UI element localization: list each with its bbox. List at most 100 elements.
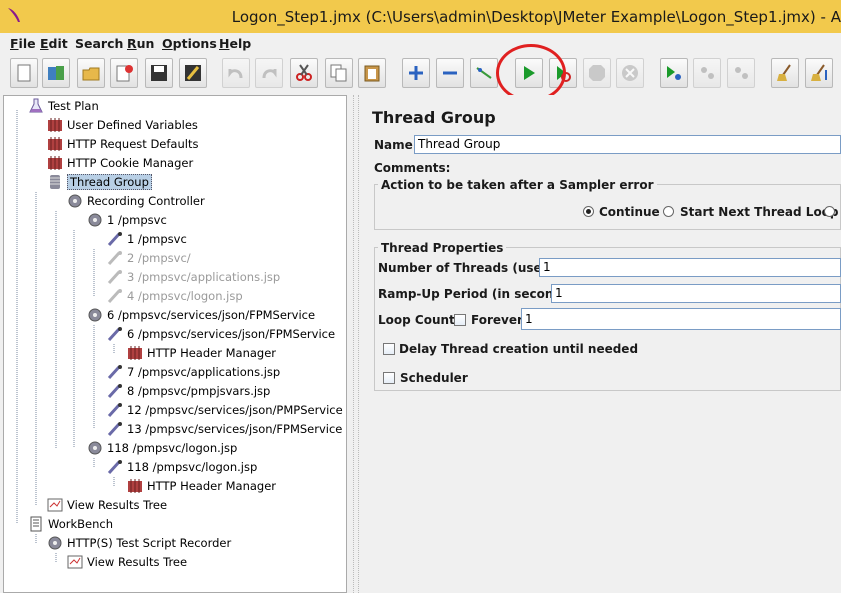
- floppy-disk-icon: [151, 65, 167, 81]
- menu-options[interactable]: Options: [162, 36, 217, 51]
- open-button[interactable]: [77, 58, 105, 88]
- num-threads-input[interactable]: 1: [539, 258, 841, 277]
- menu-run[interactable]: Run: [127, 36, 154, 51]
- controller-icon: [88, 213, 102, 227]
- templates-icon: [48, 66, 64, 80]
- menu-file[interactable]: File: [10, 36, 36, 51]
- redo-button[interactable]: [255, 58, 283, 88]
- name-label: Name:: [374, 138, 418, 152]
- play-icon: [524, 66, 535, 80]
- stop-icon: [589, 65, 605, 81]
- sampler-icon: [107, 403, 122, 418]
- config-element-icon: [128, 479, 142, 493]
- remote-stop-icon: [701, 67, 714, 79]
- thread-properties-title: Thread Properties: [378, 241, 507, 255]
- scissors-icon: [296, 64, 312, 81]
- thread-group-panel: Thread Group Name: Thread Group Comments…: [362, 95, 841, 593]
- cut-button[interactable]: [290, 58, 318, 88]
- config-element-icon: [48, 156, 62, 170]
- scheduler-checkbox[interactable]: [383, 372, 395, 384]
- forever-label: Forever: [471, 313, 523, 327]
- redo-icon: [262, 69, 277, 79]
- toolbar: [0, 54, 841, 94]
- title-bar: Logon_Step1.jmx (C:\Users\admin\Desktop\…: [0, 0, 841, 33]
- test-plan-tree: Test Plan User Defined Variables HTTP Re…: [3, 95, 347, 593]
- ramp-up-label: Ramp-Up Period (in seconds):: [378, 287, 580, 301]
- thread-group-icon: [50, 175, 60, 189]
- splitter-grip: [353, 95, 359, 593]
- remote-start-button[interactable]: [660, 58, 688, 88]
- sampler-icon: [107, 270, 122, 285]
- config-element-icon: [48, 137, 62, 151]
- loop-count-input[interactable]: 1: [521, 308, 841, 330]
- close-document-icon: [116, 65, 133, 82]
- menu-bar: File Edit Search Run Options Help: [0, 33, 841, 54]
- sampler-icon: [107, 251, 122, 266]
- paste-button[interactable]: [358, 58, 386, 88]
- sampler-icon: [107, 289, 122, 304]
- test-plan-icon: [29, 98, 43, 113]
- forever-checkbox[interactable]: [454, 314, 466, 326]
- plus-icon: [409, 66, 423, 80]
- expand-all-button[interactable]: [402, 58, 430, 88]
- sampler-icon: [107, 422, 122, 437]
- shutdown-button[interactable]: [616, 58, 644, 88]
- play-no-pause-icon: [557, 66, 571, 82]
- start-button[interactable]: [515, 58, 543, 88]
- broom-icon: [777, 64, 791, 81]
- close-button[interactable]: [110, 58, 138, 88]
- ramp-up-input[interactable]: 1: [551, 284, 841, 303]
- name-input[interactable]: Thread Group: [414, 135, 841, 154]
- copy-button[interactable]: [325, 58, 353, 88]
- start-next-thread-loop-radio[interactable]: [663, 206, 674, 217]
- broom-all-icon: [811, 64, 827, 81]
- toggle-button[interactable]: [470, 58, 498, 88]
- new-button[interactable]: [10, 58, 38, 88]
- loop-count-label: Loop Count:: [378, 313, 460, 327]
- config-element-icon: [128, 346, 142, 360]
- stop-button[interactable]: [583, 58, 611, 88]
- split-pane-divider[interactable]: [349, 95, 361, 593]
- save-as-icon: [185, 65, 201, 81]
- minus-icon: [443, 71, 457, 75]
- menu-edit[interactable]: Edit: [40, 36, 68, 51]
- menu-search[interactable]: Search: [75, 36, 123, 51]
- controller-icon: [88, 308, 102, 322]
- sampler-icon: [107, 365, 122, 380]
- sampler-icon: [107, 460, 122, 475]
- listener-icon: [67, 555, 83, 569]
- save-button[interactable]: [145, 58, 173, 88]
- stop-thread-radio[interactable]: [824, 206, 835, 217]
- undo-button[interactable]: [222, 58, 250, 88]
- remote-shutdown-button[interactable]: [727, 58, 755, 88]
- templates-button[interactable]: [42, 58, 70, 88]
- window-title: Logon_Step1.jmx (C:\Users\admin\Desktop\…: [231, 8, 841, 26]
- collapse-all-button[interactable]: [436, 58, 464, 88]
- controller-icon: [68, 194, 82, 208]
- menu-help[interactable]: Help: [219, 36, 251, 51]
- sampler-icon: [107, 232, 122, 247]
- sampler-icon: [107, 327, 122, 342]
- clear-button[interactable]: [771, 58, 799, 88]
- copy-icon: [330, 64, 347, 82]
- start-next-thread-loop-label: Start Next Thread Loop: [680, 205, 839, 219]
- remote-stop-button[interactable]: [693, 58, 721, 88]
- new-document-icon: [17, 64, 31, 82]
- listener-icon: [47, 498, 63, 512]
- config-element-icon: [48, 118, 62, 132]
- continue-radio[interactable]: [583, 206, 594, 217]
- remote-start-icon: [667, 66, 681, 80]
- shutdown-icon: [622, 65, 638, 81]
- save-as-button[interactable]: [179, 58, 207, 88]
- jmeter-feather-icon: [8, 8, 20, 22]
- undo-icon: [228, 69, 243, 79]
- delay-thread-creation-checkbox[interactable]: [383, 343, 395, 355]
- num-threads-label: Number of Threads (users):: [378, 261, 566, 275]
- start-no-pauses-button[interactable]: [549, 58, 577, 88]
- sampler-error-title: Action to be taken after a Sampler error: [378, 178, 657, 192]
- controller-icon: [48, 536, 62, 550]
- comments-label: Comments:: [374, 161, 451, 175]
- panel-heading: Thread Group: [372, 108, 496, 127]
- sampler-icon: [107, 384, 122, 399]
- clear-all-button[interactable]: [805, 58, 833, 88]
